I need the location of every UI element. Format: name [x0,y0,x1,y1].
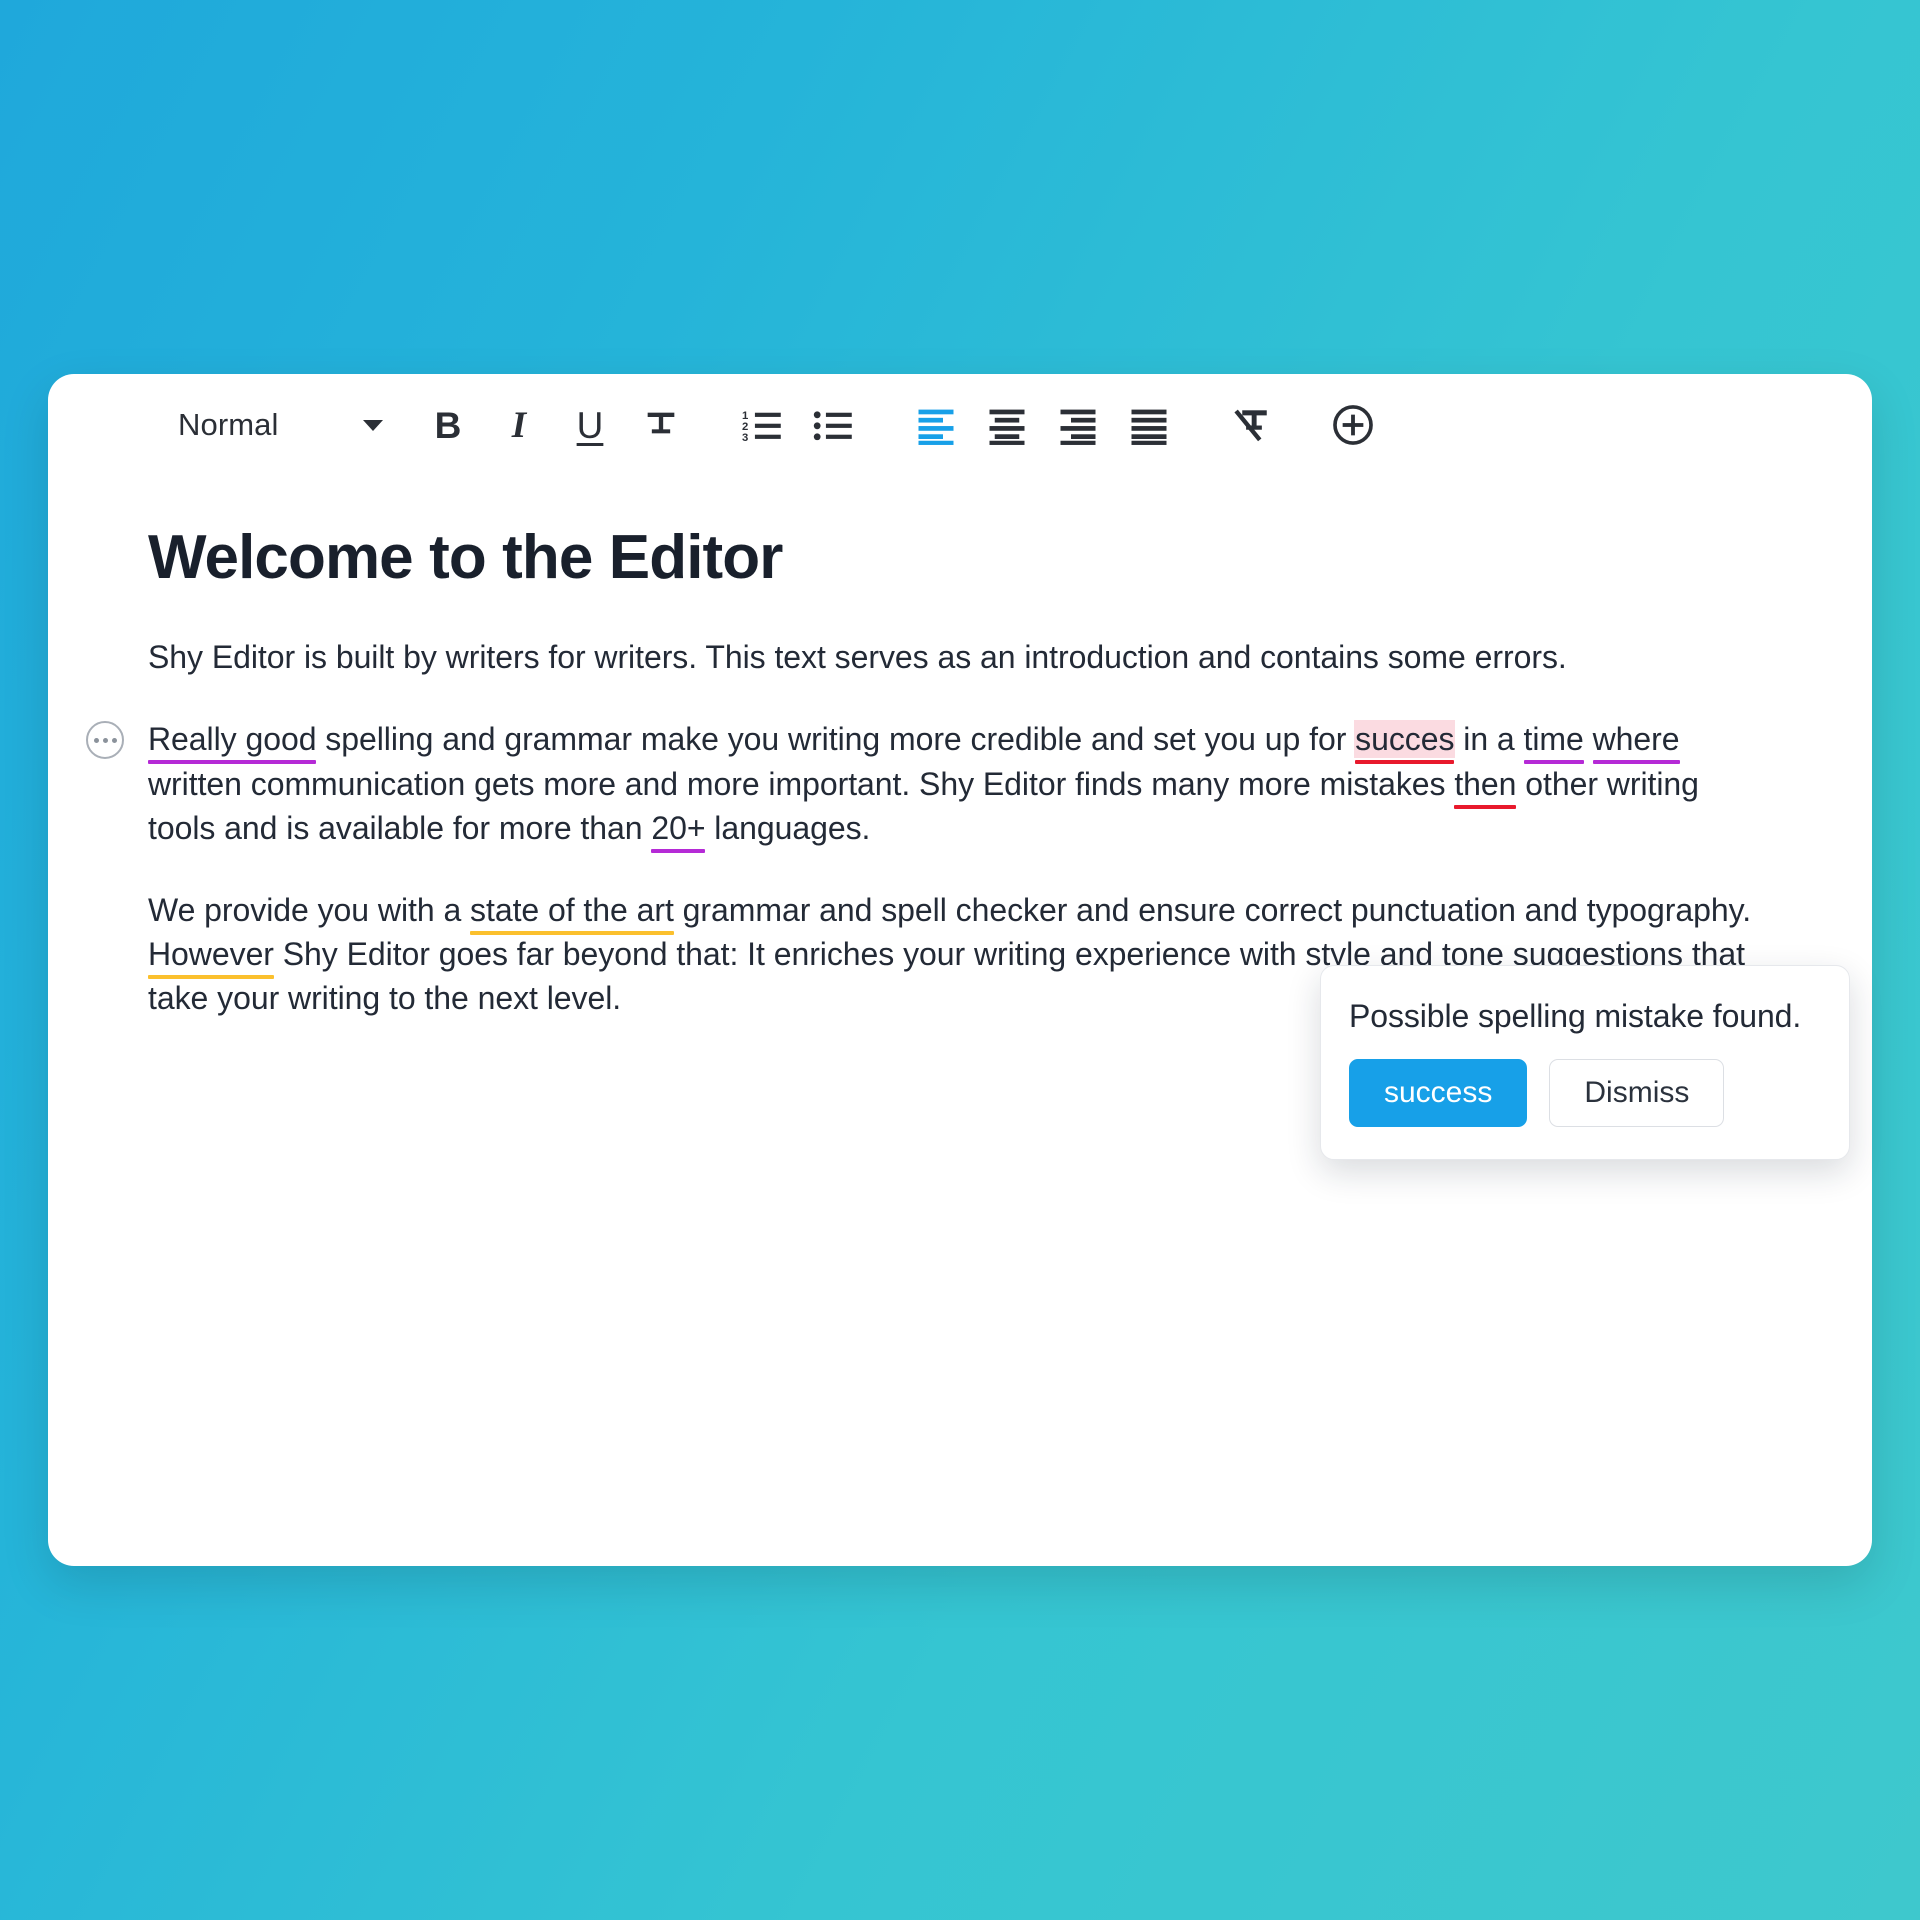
editor-card: Normal B I U 1 2 3 Welcome to the Editor… [48,374,1872,1566]
clear-formatting-icon [1234,409,1267,442]
more-dots-icon[interactable] [86,721,124,760]
add-block-button[interactable] [1322,394,1384,456]
italic-icon: I [511,404,527,446]
align-right-button[interactable] [1047,394,1109,456]
underline-icon: U [576,404,604,446]
popup-message: Possible spelling mistake found. [1349,998,1802,1034]
svg-text:3: 3 [742,432,748,444]
plus-circle-icon [1333,405,1373,445]
paragraph-style-select[interactable]: Normal [178,407,383,443]
strikethrough-button[interactable] [630,394,692,456]
suggestion-mark-tone[interactable]: However [148,936,274,972]
align-justify-icon [1131,409,1167,445]
suggestion-mark-style[interactable]: Really good [148,721,317,757]
align-right-icon [1060,409,1096,445]
suggestion-mark-style[interactable]: time [1524,721,1584,757]
text-run: We provide you with a [148,891,471,928]
text-run: languages. [705,809,871,846]
paragraph-intro[interactable]: Shy Editor is built by writers for write… [148,635,1772,679]
italic-button[interactable]: I [488,394,550,456]
text-run: grammar and spell checker and ensure cor… [673,891,1752,928]
align-center-icon [989,409,1025,445]
underline-button[interactable]: U [559,394,621,456]
clear-formatting-button[interactable] [1220,394,1282,456]
align-left-icon [918,409,954,445]
align-justify-button[interactable] [1118,394,1180,456]
suggestion-mark-style[interactable]: where [1593,721,1680,757]
dismiss-button[interactable]: Dismiss [1549,1059,1725,1127]
suggestion-mark-grammar[interactable]: then [1454,766,1516,802]
ordered-list-icon: 1 2 3 [742,410,781,444]
apply-suggestion-button[interactable]: success [1349,1059,1528,1127]
ordered-list-button[interactable]: 1 2 3 [732,394,794,456]
bullet-list-icon [813,411,852,441]
chevron-down-icon [363,419,383,431]
text-run: spelling and grammar make you writing mo… [316,721,1356,758]
suggestion-mark-tone[interactable]: state of the art [470,892,674,928]
text-run [1584,721,1593,757]
text-run: Shy Editor is built by writers for write… [148,639,1475,676]
spelling-suggestion-popup: Possible spelling mistake found. success… [1320,965,1850,1160]
suggestion-mark-spelling[interactable]: succes [1355,721,1454,758]
align-center-button[interactable] [976,394,1038,456]
text-run: errors. [1474,639,1567,676]
bold-button[interactable]: B [417,394,479,456]
text-run: in a [1454,721,1524,758]
paragraph-grammar[interactable]: Really good spelling and grammar make yo… [86,717,1772,849]
strikethrough-icon [647,412,675,434]
text-run: written communication gets more and more… [148,765,1455,802]
bold-icon: B [434,404,462,446]
suggestion-mark-style[interactable]: 20+ [651,810,705,846]
bullet-list-button[interactable] [803,394,865,456]
page-title: Welcome to the Editor [148,523,783,592]
align-left-button[interactable] [905,394,967,456]
popup-actions: success Dismiss [1349,1059,1821,1127]
editor-toolbar: Normal B I U 1 2 3 [48,374,1872,476]
paragraph-style-value: Normal [178,407,279,442]
